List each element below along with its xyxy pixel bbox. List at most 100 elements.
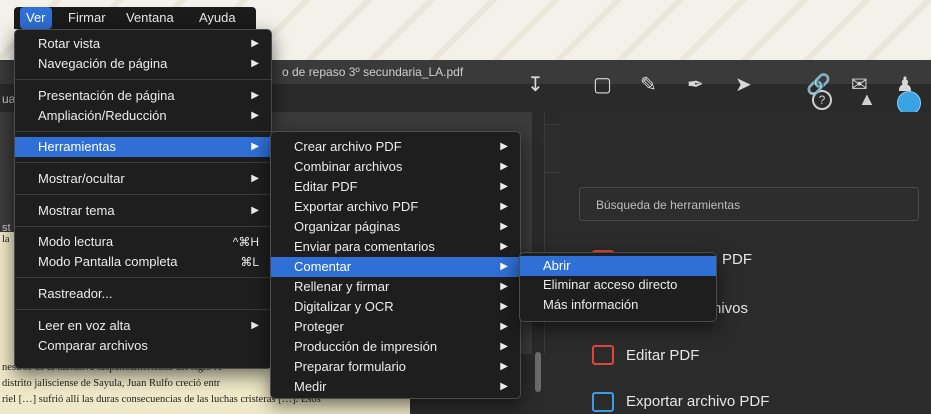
menu-firmar[interactable]: Firmar	[62, 7, 112, 29]
menu-bar: Ver Firmar Ventana Ayuda	[14, 7, 256, 29]
highlight-pen-icon[interactable]: ✎	[640, 72, 657, 97]
menu-item-herramientas[interactable]: Herramientas ▶	[15, 137, 271, 157]
menu-item-label: Más información	[543, 297, 639, 312]
menu-item-mostrar-tema[interactable]: Mostrar tema ▶	[15, 201, 271, 221]
menu-item-label: Herramientas	[38, 139, 117, 154]
menu-item-label: Rellenar y firmar	[294, 279, 390, 294]
menu-separator	[15, 79, 271, 80]
menu-item-label: Mostrar tema	[38, 203, 115, 218]
menu-item-label: Comparar archivos	[38, 338, 148, 353]
menu-item-label: Modo Pantalla completa	[38, 254, 178, 269]
submenu-arrow-icon: ▶	[500, 321, 508, 332]
export-pdf-icon	[592, 392, 614, 412]
menu-item-label: Presentación de página	[38, 88, 175, 103]
submenu-item-crear[interactable]: Crear archivo PDF ▶	[271, 137, 520, 157]
tool-combine-files[interactable]: hivos	[713, 300, 748, 317]
submenu-item-editar[interactable]: Editar PDF ▶	[271, 177, 520, 197]
menu-item-rastreador[interactable]: Rastreador...	[15, 284, 271, 304]
shortcut-label: ^⌘H	[232, 235, 259, 249]
document-title: o de repaso 3º secundaria_LA.pdf	[282, 65, 464, 79]
menu-item-label: Medir	[294, 379, 327, 394]
menu-item-label: Enviar para comentarios	[294, 239, 435, 254]
menu-item-label: Proteger	[294, 319, 344, 334]
menu-item-comparar[interactable]: Comparar archivos	[15, 336, 271, 356]
submenu-item-formulario[interactable]: Preparar formulario ▶	[271, 357, 520, 377]
submenu-item-rellenar[interactable]: Rellenar y firmar ▶	[271, 277, 520, 297]
menu-ayuda[interactable]: Ayuda	[193, 7, 242, 29]
submenu-arrow-icon: ▶	[251, 173, 259, 184]
submenu-item-organizar[interactable]: Organizar páginas ▶	[271, 217, 520, 237]
edit-pdf-icon	[592, 345, 614, 365]
menu-item-modo-lectura[interactable]: Modo lectura ^⌘H	[15, 232, 271, 252]
link-icon[interactable]: 🔗	[806, 72, 831, 97]
submenu-arrow-icon: ▶	[500, 201, 508, 212]
submenu-arrow-icon: ▶	[251, 141, 259, 152]
submenu-arrow-icon: ▶	[500, 161, 508, 172]
submenu-arrow-icon: ▶	[251, 205, 259, 216]
menu-item-rotar-vista[interactable]: Rotar vista ▶	[15, 34, 271, 54]
submenu-arrow-icon: ▶	[500, 181, 508, 192]
ver-menu: Rotar vista ▶ Navegación de página ▶ Prese…	[14, 29, 272, 369]
menu-item-label: Organizar páginas	[294, 219, 401, 234]
sign-icon[interactable]: ✒	[687, 72, 704, 97]
menu-separator	[15, 226, 271, 227]
submenu-item-eliminar-acceso[interactable]: Eliminar acceso directo	[520, 275, 716, 295]
email-icon[interactable]: ✉	[851, 72, 868, 97]
submenu-item-medir[interactable]: Medir ▶	[271, 377, 520, 397]
page-text-line: distrito jalisciense de Sayula, Juan Rul…	[2, 378, 221, 389]
menu-ventana[interactable]: Ventana	[120, 7, 180, 29]
submenu-item-comentar[interactable]: Comentar ▶	[271, 257, 520, 277]
menu-item-label: Abrir	[543, 258, 571, 273]
menu-item-label: Comentar	[294, 259, 352, 274]
menu-separator	[15, 194, 271, 195]
menu-item-label: Eliminar acceso directo	[543, 277, 678, 292]
submenu-item-abrir[interactable]: Abrir	[520, 256, 716, 276]
menu-separator	[15, 277, 271, 278]
submenu-item-produccion[interactable]: Producción de impresión ▶	[271, 337, 520, 357]
submenu-arrow-icon: ▶	[500, 301, 508, 312]
tool-create-pdf[interactable]: PDF	[722, 251, 752, 268]
menu-item-mostrar-ocultar[interactable]: Mostrar/ocultar ▶	[15, 169, 271, 189]
menu-item-label: Leer en voz alta	[38, 318, 131, 333]
menu-item-pantalla-completa[interactable]: Modo Pantalla completa ⌘L	[15, 252, 271, 272]
menu-item-label: Navegación de página	[38, 56, 168, 71]
menu-separator	[15, 131, 271, 132]
menu-item-label: Editar PDF	[294, 179, 358, 194]
menu-item-label: Mostrar/ocultar	[38, 171, 125, 186]
menu-item-ampliacion[interactable]: Ampliación/Reducción ▶	[15, 106, 271, 126]
menu-ver[interactable]: Ver	[20, 7, 52, 29]
submenu-arrow-icon: ▶	[251, 58, 259, 69]
submenu-item-exportar[interactable]: Exportar archivo PDF ▶	[271, 197, 520, 217]
tool-edit-pdf[interactable]: Editar PDF	[626, 347, 699, 364]
submenu-arrow-icon: ▶	[500, 241, 508, 252]
tool-export-pdf[interactable]: Exportar archivo PDF	[626, 393, 769, 410]
submenu-item-proteger[interactable]: Proteger ▶	[271, 317, 520, 337]
menu-item-label: Ampliación/Reducción	[38, 108, 167, 123]
submenu-arrow-icon: ▶	[251, 110, 259, 121]
menu-item-presentacion[interactable]: Presentación de página ▶	[15, 86, 271, 106]
add-user-icon[interactable]: ♟	[896, 72, 914, 97]
submenu-item-combinar[interactable]: Combinar archivos ▶	[271, 157, 520, 177]
download-icon[interactable]: ↧	[527, 72, 544, 97]
comment-icon[interactable]: ▢	[593, 72, 612, 97]
submenu-arrow-icon: ▶	[500, 221, 508, 232]
menu-separator	[15, 162, 271, 163]
menu-item-label: Producción de impresión	[294, 339, 438, 354]
submenu-arrow-icon: ▶	[500, 361, 508, 372]
submenu-item-digitalizar[interactable]: Digitalizar y OCR ▶	[271, 297, 520, 317]
submenu-item-enviar[interactable]: Enviar para comentarios ▶	[271, 237, 520, 257]
scrollbar-thumb[interactable]	[535, 352, 541, 392]
stamp-icon[interactable]: ➤	[735, 72, 752, 97]
menu-item-navegacion[interactable]: Navegación de página ▶	[15, 54, 271, 74]
submenu-arrow-icon: ▶	[251, 320, 259, 331]
herramientas-submenu: Crear archivo PDF ▶ Combinar archivos ▶ Ed…	[270, 131, 521, 399]
menu-item-leer-voz-alta[interactable]: Leer en voz alta ▶	[15, 316, 271, 336]
menu-item-label: Combinar archivos	[294, 159, 403, 174]
submenu-item-mas-informacion[interactable]: Más información	[520, 295, 716, 315]
menu-item-label: Modo lectura	[38, 234, 114, 249]
submenu-arrow-icon: ▶	[500, 341, 508, 352]
menu-item-label: Digitalizar y OCR	[294, 299, 394, 314]
tools-search-input[interactable]: Búsqueda de herramientas	[579, 187, 919, 221]
submenu-arrow-icon: ▶	[251, 90, 259, 101]
menu-item-label: Rastreador...	[38, 286, 113, 301]
